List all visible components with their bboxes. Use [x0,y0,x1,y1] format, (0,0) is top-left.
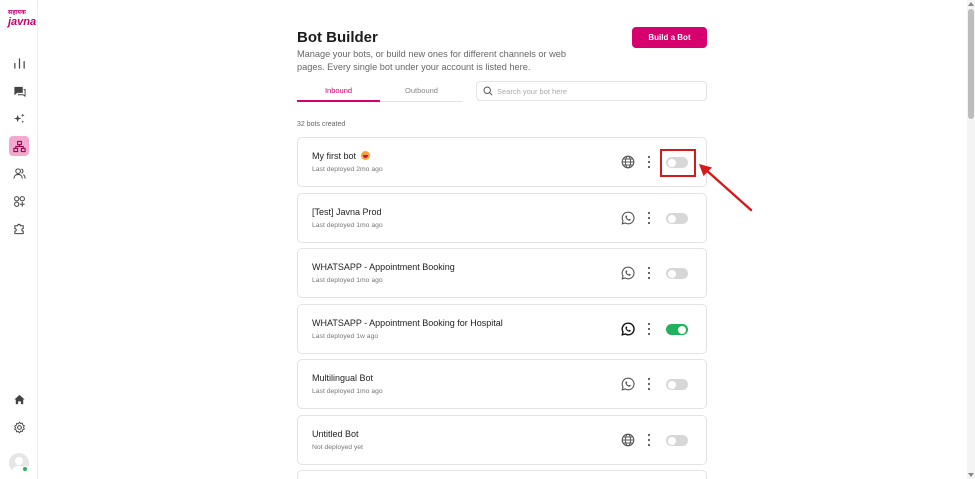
chat-icon [13,86,26,97]
bot-name: [Test] Javna Prod [312,207,382,217]
online-status-dot [22,466,28,472]
bot-card[interactable]: WHATSAPP - Appointment Booking for Hospi… [297,304,707,354]
users-icon [12,167,26,179]
bot-last-deployed: Last deployed 1mo ago [312,277,383,284]
bot-name: Untitled Bot [312,429,359,439]
tab-inbound[interactable]: Inbound [297,82,380,102]
search-icon [483,86,493,96]
sidebar-item-settings[interactable] [9,417,29,437]
hierarchy-icon [12,140,26,152]
sidebar-item-conversations[interactable] [9,81,29,101]
more-options-icon[interactable] [645,266,653,280]
more-options-icon[interactable] [645,155,653,169]
page-title: Bot Builder [297,29,378,46]
search-box[interactable] [476,81,707,101]
annotation-highlight-box [660,149,696,177]
bar-chart-icon [13,57,25,69]
bot-name: My first bot [312,151,370,161]
bot-last-deployed: Last deployed 1mo ago [312,388,383,395]
sidebar-item-home[interactable] [9,389,29,409]
more-options-icon[interactable] [645,322,653,336]
bot-card[interactable]: WHATSAPP - Appointment Booking Last depl… [297,248,707,298]
more-options-icon[interactable] [645,377,653,391]
grinning-face-emoji-icon [360,151,370,160]
bot-last-deployed: Last deployed 2mo ago [312,166,383,173]
bot-card[interactable]: [Test] Javna Prod Last deployed 1mo ago [297,193,707,243]
bot-last-deployed: Last deployed 1w ago [312,333,379,340]
sparkles-icon [13,112,25,123]
web-globe-icon [621,433,635,447]
scroll-up-icon[interactable] [968,2,974,6]
more-options-icon[interactable] [645,433,653,447]
bot-last-deployed: Last deployed 1mo ago [312,222,383,229]
bot-card[interactable]: My first bot Last deployed 2mo ago [297,137,707,187]
sidebar: सहायक javna [0,0,38,479]
bot-enable-toggle[interactable] [666,268,688,279]
logo-line-2: javna [8,16,37,28]
home-icon [13,394,25,404]
sidebar-item-ai-features[interactable] [9,108,29,128]
bot-enable-toggle[interactable] [666,435,688,446]
tab-outbound[interactable]: Outbound [380,82,463,102]
page-description: Manage your bots, or build new ones for … [297,49,566,72]
bot-last-deployed: Not deployed yet [312,444,364,451]
whatsapp-icon [621,322,635,336]
puzzle-icon [13,223,24,234]
whatsapp-icon [621,377,635,391]
bot-card[interactable]: Multilingual Bot Last deployed 1mo ago [297,359,707,409]
bot-enable-toggle[interactable] [666,379,688,390]
bot-name: WHATSAPP - Appointment Booking [312,262,455,272]
search-input[interactable] [497,86,697,96]
sidebar-item-bot-builder[interactable] [9,136,29,156]
sidebar-item-integrations[interactable] [9,191,29,211]
bot-card[interactable]: Untitled Bot Not deployed yet [297,415,707,465]
whatsapp-icon [621,266,635,280]
bot-direction-tabs: Inbound Outbound [297,82,463,102]
apps-icon [13,195,25,207]
gear-icon [13,420,25,434]
bot-name: Multilingual Bot [312,373,374,383]
whatsapp-icon [621,211,635,225]
more-options-icon[interactable] [645,211,653,225]
sidebar-item-users[interactable] [9,163,29,183]
annotation-arrow-icon [699,164,753,212]
build-bot-button[interactable]: Build a Bot [632,27,707,48]
bots-count: 32 bots created [297,121,346,128]
javna-logo[interactable]: सहायक javna [8,10,37,32]
page-scrollbar[interactable] [967,0,975,479]
sidebar-item-analytics[interactable] [9,53,29,73]
bot-name: WHATSAPP - Appointment Booking for Hospi… [312,318,503,328]
bot-enable-toggle[interactable] [666,213,688,224]
scroll-down-icon[interactable] [968,473,974,477]
web-globe-icon [621,155,635,169]
sidebar-item-plugins[interactable] [9,218,29,238]
scrollbar-thumb[interactable] [968,9,974,119]
bot-enable-toggle[interactable] [666,324,688,335]
bot-card-partial[interactable] [297,470,707,479]
